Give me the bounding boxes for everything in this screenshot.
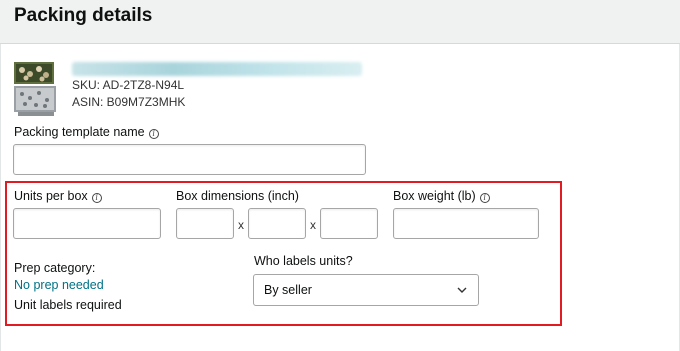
box-height-input[interactable] xyxy=(320,208,378,239)
section-header: Packing details xyxy=(0,0,680,44)
units-per-box-label: Units per box i xyxy=(14,189,102,203)
packing-template-label: Packing template name i xyxy=(14,125,159,139)
unit-labels-required-text: Unit labels required xyxy=(14,298,122,312)
prep-category-label: Prep category: xyxy=(14,261,96,275)
info-icon[interactable]: i xyxy=(91,193,102,203)
product-sku: SKU: AD-2TZ8-N94L xyxy=(72,78,185,92)
units-per-box-input[interactable] xyxy=(13,208,161,239)
box-width-input[interactable] xyxy=(248,208,306,239)
units-per-box-label-text: Units per box xyxy=(14,189,88,203)
box-dimensions-label: Box dimensions (inch) xyxy=(176,189,299,203)
chevron-down-icon xyxy=(457,287,467,293)
product-asin: ASIN: B09M7Z3MHK xyxy=(72,95,186,109)
who-labels-units-select[interactable]: By seller xyxy=(253,274,479,306)
box-weight-label-text: Box weight (lb) xyxy=(393,189,476,203)
dimension-separator: x xyxy=(238,218,244,232)
box-length-input[interactable] xyxy=(176,208,234,239)
page-title: Packing details xyxy=(14,5,153,26)
dimension-separator: x xyxy=(310,218,316,232)
prep-category-link[interactable]: No prep needed xyxy=(14,278,104,292)
box-weight-label: Box weight (lb) i xyxy=(393,189,490,203)
who-labels-units-label: Who labels units? xyxy=(254,254,353,268)
product-title-redacted xyxy=(72,62,362,76)
box-weight-input[interactable] xyxy=(393,208,539,239)
product-thumbnail-icon xyxy=(14,62,56,116)
info-icon[interactable]: i xyxy=(479,193,490,203)
packing-template-input[interactable] xyxy=(13,144,366,175)
who-labels-units-value: By seller xyxy=(264,283,312,297)
info-icon[interactable]: i xyxy=(148,129,159,139)
packing-template-label-text: Packing template name xyxy=(14,125,145,139)
